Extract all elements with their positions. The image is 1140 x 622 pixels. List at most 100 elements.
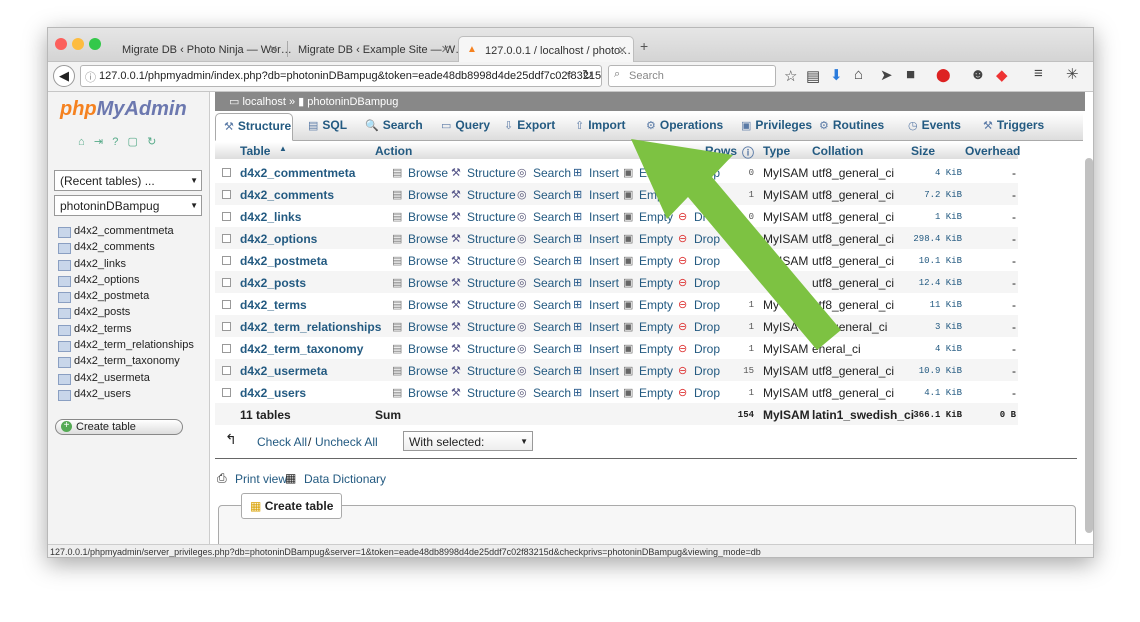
- header-table[interactable]: Table: [240, 144, 270, 158]
- browse-icon[interactable]: ▤: [392, 166, 402, 179]
- browse-link[interactable]: Browse: [408, 320, 448, 334]
- rows-help-icon[interactable]: ⓘ: [742, 144, 754, 161]
- puzzle-icon[interactable]: ■: [906, 66, 915, 83]
- table-size-link[interactable]: 4.1 KiB: [924, 388, 962, 398]
- drop-link[interactable]: Drop: [694, 364, 720, 378]
- browse-link[interactable]: Browse: [408, 210, 448, 224]
- search-link[interactable]: Search: [533, 276, 571, 290]
- search-icon[interactable]: ◎: [517, 232, 527, 245]
- browse-link[interactable]: Browse: [408, 386, 448, 400]
- search-link[interactable]: Search: [533, 254, 571, 268]
- bookmark-star-icon[interactable]: ☆: [784, 67, 797, 85]
- drop-link[interactable]: Drop: [694, 188, 720, 202]
- insert-icon[interactable]: ⊞: [573, 364, 582, 377]
- structure-icon[interactable]: ⚒: [451, 188, 461, 201]
- insert-icon[interactable]: ⊞: [573, 210, 582, 223]
- table-size-link[interactable]: 10.1 KiB: [919, 256, 962, 266]
- browse-icon[interactable]: ▤: [392, 342, 402, 355]
- browse-icon[interactable]: ▤: [392, 254, 402, 267]
- browse-link[interactable]: Browse: [408, 166, 448, 180]
- phpmyadmin-logo[interactable]: phpMyAdmin: [60, 98, 187, 121]
- empty-link[interactable]: Empty: [639, 210, 673, 224]
- close-tab-icon[interactable]: ✕: [618, 44, 627, 57]
- browse-link[interactable]: Browse: [408, 232, 448, 246]
- download-icon[interactable]: ⬇: [830, 66, 843, 84]
- url-field[interactable]: ⓘ 127.0.0.1/phpmyadmin/index.php?db=photo…: [80, 65, 602, 87]
- table-size-link[interactable]: 7.2 KiB: [924, 190, 962, 200]
- row-checkbox[interactable]: [222, 388, 231, 397]
- empty-icon[interactable]: ▣: [623, 364, 633, 377]
- empty-icon[interactable]: ▣: [623, 320, 633, 333]
- table-name-link[interactable]: d4x2_posts: [240, 276, 306, 290]
- drop-icon[interactable]: ⊖: [678, 188, 687, 201]
- structure-link[interactable]: Structure: [467, 320, 516, 334]
- browse-icon[interactable]: ▤: [392, 386, 402, 399]
- sync-icon[interactable]: ✳: [1066, 65, 1079, 83]
- search-link[interactable]: Search: [533, 298, 571, 312]
- empty-link[interactable]: Empty: [639, 232, 673, 246]
- insert-link[interactable]: Insert: [589, 210, 619, 224]
- table-size-link[interactable]: 3 KiB: [935, 322, 962, 332]
- check-all-link[interactable]: Check All: [257, 435, 307, 449]
- row-checkbox[interactable]: [222, 212, 231, 221]
- empty-icon[interactable]: ▣: [623, 188, 633, 201]
- structure-link[interactable]: Structure: [467, 276, 516, 290]
- row-checkbox[interactable]: [222, 300, 231, 309]
- insert-icon[interactable]: ⊞: [573, 254, 582, 267]
- table-size-link[interactable]: 298.4 KiB: [913, 234, 962, 244]
- insert-link[interactable]: Insert: [589, 298, 619, 312]
- search-link[interactable]: Search: [533, 320, 571, 334]
- browse-icon[interactable]: ▤: [392, 364, 402, 377]
- browse-icon[interactable]: ▤: [392, 210, 402, 223]
- structure-icon[interactable]: ⚒: [451, 166, 461, 179]
- search-icon[interactable]: ◎: [517, 254, 527, 267]
- with-selected-select[interactable]: With selected: ▼: [403, 431, 533, 451]
- browse-link[interactable]: Browse: [408, 342, 448, 356]
- header-size[interactable]: Size: [911, 144, 935, 158]
- reload-nav-icon[interactable]: ↻: [147, 136, 156, 148]
- browse-icon[interactable]: ▤: [392, 232, 402, 245]
- tab-operations[interactable]: ⚙ Operations: [646, 118, 723, 132]
- structure-icon[interactable]: ⚒: [451, 232, 461, 245]
- drop-link[interactable]: Drop: [694, 298, 720, 312]
- sidebar-table-item[interactable]: d4x2_terms: [58, 323, 194, 339]
- browse-link[interactable]: Browse: [408, 188, 448, 202]
- search-link[interactable]: Search: [533, 166, 571, 180]
- browse-link[interactable]: Browse: [408, 298, 448, 312]
- drop-icon[interactable]: ⊖: [678, 298, 687, 311]
- send-icon[interactable]: ➤: [880, 66, 893, 84]
- sidebar-table-item[interactable]: d4x2_links: [58, 258, 194, 274]
- empty-icon[interactable]: ▣: [623, 342, 633, 355]
- browse-icon[interactable]: ▤: [392, 276, 402, 289]
- tab-structure[interactable]: ⚒ Structure: [215, 113, 293, 141]
- maximize-window-button[interactable]: [89, 38, 101, 50]
- table-size-link[interactable]: 11 KiB: [930, 300, 962, 310]
- structure-link[interactable]: Structure: [467, 298, 516, 312]
- insert-icon[interactable]: ⊞: [573, 188, 582, 201]
- structure-link[interactable]: Structure: [467, 210, 516, 224]
- sidebar-table-item[interactable]: d4x2_term_relationships: [58, 339, 194, 355]
- structure-icon[interactable]: ⚒: [451, 254, 461, 267]
- uncheck-all-link[interactable]: Uncheck All: [315, 435, 378, 449]
- tab-events[interactable]: ◷ Events: [908, 118, 961, 132]
- search-link[interactable]: Search: [533, 210, 571, 224]
- table-size-link[interactable]: 12.4 KiB: [919, 278, 962, 288]
- structure-link[interactable]: Structure: [467, 232, 516, 246]
- structure-link[interactable]: Structure: [467, 386, 516, 400]
- tab-sql[interactable]: ▤ SQL: [308, 118, 347, 132]
- dropdown-arrow-icon[interactable]: ▽: [566, 70, 573, 81]
- empty-link[interactable]: Empty: [639, 298, 673, 312]
- drop-link[interactable]: Drop: [694, 166, 720, 180]
- insert-icon[interactable]: ⊞: [573, 166, 582, 179]
- structure-link[interactable]: Structure: [467, 342, 516, 356]
- browse-icon[interactable]: ▤: [392, 188, 402, 201]
- table-name-link[interactable]: d4x2_commentmeta: [240, 166, 355, 180]
- drop-icon[interactable]: ⊖: [678, 210, 687, 223]
- insert-link[interactable]: Insert: [589, 320, 619, 334]
- insert-link[interactable]: Insert: [589, 386, 619, 400]
- structure-link[interactable]: Structure: [467, 166, 516, 180]
- tab-query[interactable]: ▭ Query: [441, 118, 490, 132]
- insert-icon[interactable]: ⊞: [573, 320, 582, 333]
- row-checkbox[interactable]: [222, 256, 231, 265]
- insert-icon[interactable]: ⊞: [573, 298, 582, 311]
